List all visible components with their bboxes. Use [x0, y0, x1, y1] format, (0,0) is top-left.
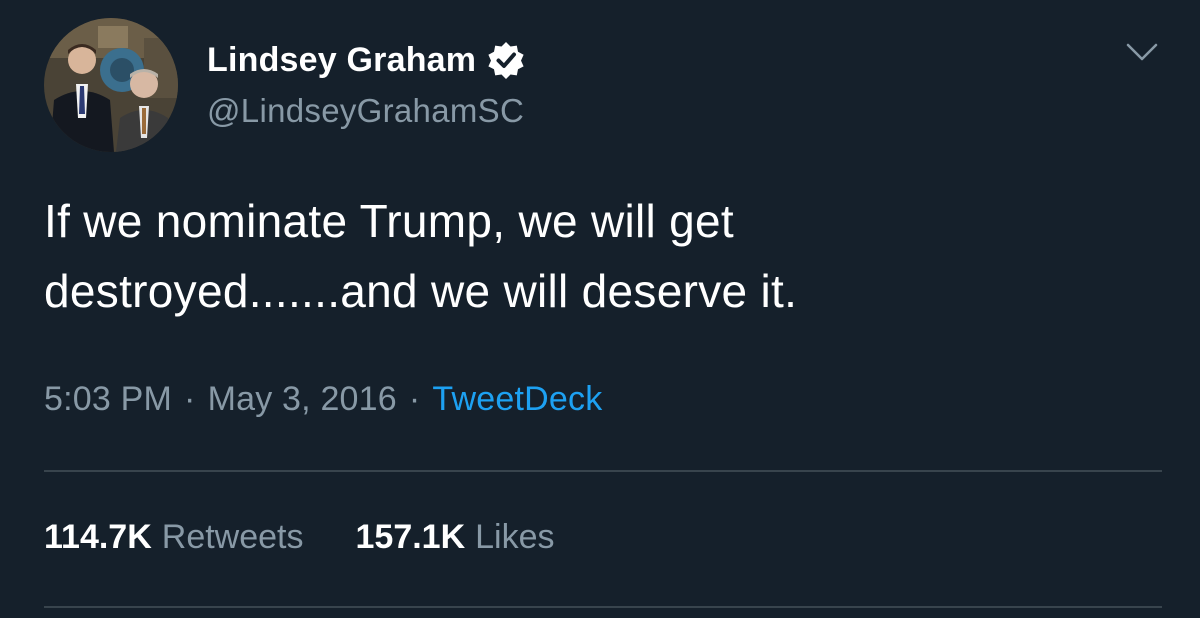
tweet-text-line: If we nominate Trump, we will get	[44, 195, 734, 247]
meta-separator: ·	[184, 380, 196, 418]
tweet-stats: 114.7K Retweets 157.1K Likes	[44, 518, 607, 557]
divider	[44, 470, 1162, 472]
divider	[44, 606, 1162, 608]
chevron-down-icon[interactable]	[1126, 42, 1158, 62]
author-display-name[interactable]: Lindsey Graham	[207, 41, 476, 80]
likes-label: Likes	[475, 518, 555, 556]
author-name-row: Lindsey Graham	[207, 38, 526, 82]
tweet-date[interactable]: May 3, 2016	[208, 380, 397, 419]
tweet-meta: 5:03 PM · May 3, 2016 · TweetDeck	[44, 380, 602, 419]
retweets-label: Retweets	[161, 518, 304, 556]
meta-separator: ·	[408, 380, 421, 418]
avatar-photo	[44, 18, 178, 152]
tweet-source-link[interactable]: TweetDeck	[432, 380, 602, 419]
tweet-text: If we nominate Trump, we will get destro…	[44, 186, 1144, 326]
likes-count: 157.1K	[355, 518, 466, 556]
retweets-count: 114.7K	[44, 518, 152, 556]
tweet-text-line: destroyed.......and we will deserve it.	[44, 265, 798, 317]
likes-stat[interactable]: 157.1K Likes	[356, 518, 555, 557]
author-handle[interactable]: @LindseyGrahamSC	[207, 92, 524, 130]
tweet-time: 5:03 PM	[44, 380, 173, 418]
verified-badge-icon	[488, 42, 524, 79]
tweet-card: Lindsey Graham @LindseyGrahamSC If we no…	[0, 0, 1200, 618]
retweets-stat[interactable]: 114.7K Retweets	[44, 518, 304, 557]
avatar[interactable]	[44, 18, 178, 152]
